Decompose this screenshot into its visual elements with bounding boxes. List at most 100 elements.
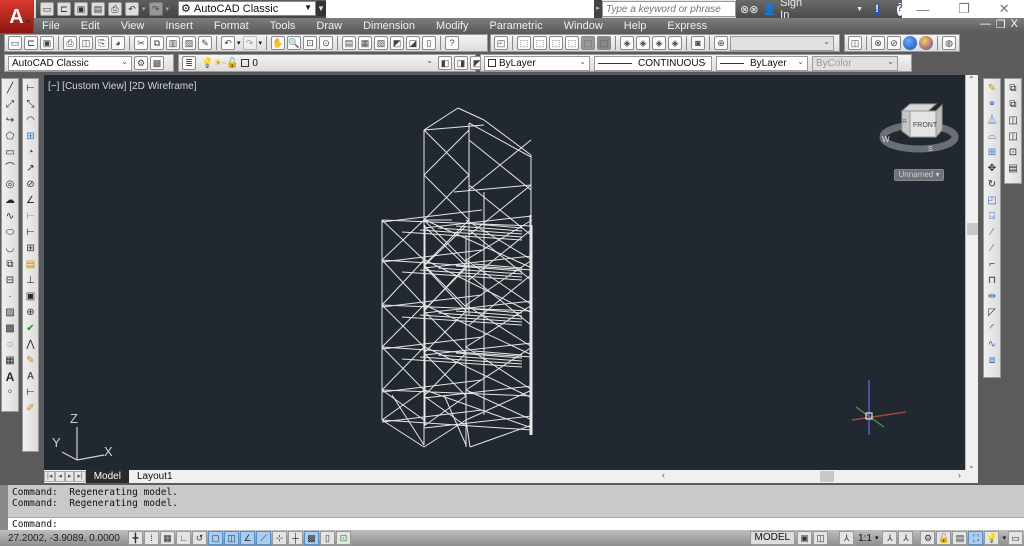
save-icon[interactable]: ▣ bbox=[74, 2, 88, 16]
dynamic-input-icon[interactable]: ⊹ bbox=[272, 531, 287, 545]
tab-layout1[interactable]: Layout1 bbox=[129, 470, 181, 483]
realistic-icon[interactable]: ⊘ bbox=[887, 36, 901, 50]
infer-constraints-icon[interactable]: ╋ bbox=[128, 531, 143, 545]
arc-icon[interactable]: ⌒ bbox=[3, 162, 17, 176]
fillet-icon[interactable]: ◜ bbox=[985, 322, 999, 336]
last-tab-icon[interactable]: ▸| bbox=[74, 471, 86, 482]
horizontal-scroll-thumb[interactable] bbox=[820, 471, 834, 482]
workspace-settings-icon[interactable]: ⚙ bbox=[134, 56, 148, 70]
doc-minimize-button[interactable]: — bbox=[980, 18, 991, 33]
break-at-point-icon[interactable]: ⌐ bbox=[985, 258, 999, 272]
angular-icon[interactable]: ∠ bbox=[24, 194, 38, 208]
dynamic-ucs-icon[interactable]: ⟋ bbox=[256, 531, 271, 545]
first-tab-icon[interactable]: |◂ bbox=[44, 471, 56, 482]
undo-icon[interactable]: ↶ bbox=[221, 36, 235, 50]
dimension-style-icon[interactable]: ✐ bbox=[24, 402, 38, 416]
scroll-up-arrow-icon[interactable]: ⌃ bbox=[968, 75, 975, 84]
visual-styles-manager-icon[interactable]: ◍ bbox=[942, 36, 956, 50]
open-icon[interactable]: ⊏ bbox=[24, 36, 38, 50]
bottom-view-icon[interactable]: ⬚ bbox=[533, 36, 547, 50]
shaded-sphere-icon[interactable] bbox=[903, 36, 917, 50]
sheet-set-icon[interactable]: ◩ bbox=[390, 36, 405, 50]
menu-format[interactable]: Format bbox=[206, 20, 262, 32]
send-under-icon[interactable]: ◫ bbox=[1006, 130, 1020, 144]
2d-wireframe-icon[interactable]: ◫ bbox=[848, 36, 862, 50]
add-selected-icon[interactable]: ⚬ bbox=[3, 386, 17, 400]
rectangle-icon[interactable]: ▭ bbox=[3, 146, 17, 160]
blend-curves-icon[interactable]: ∿ bbox=[985, 338, 999, 352]
tab-model[interactable]: Model bbox=[85, 470, 129, 483]
markup-icon[interactable]: ◪ bbox=[406, 36, 421, 50]
paste-icon[interactable]: ▥ bbox=[166, 36, 180, 50]
application-menu-button[interactable]: A ▼ bbox=[0, 0, 34, 34]
viewcube-front-label[interactable]: FRONT bbox=[913, 122, 938, 129]
continue-icon[interactable]: ⊞ bbox=[24, 242, 38, 256]
linear-dimension-icon[interactable]: ⊢ bbox=[24, 82, 38, 96]
array-icon[interactable]: ⊞ bbox=[985, 146, 999, 160]
bring-to-front-icon[interactable]: ⧉ bbox=[1006, 82, 1020, 96]
lightbulb-icon[interactable]: 💡 bbox=[984, 531, 1000, 545]
plot-preview-icon[interactable]: ◫ bbox=[79, 36, 93, 50]
transparency-icon[interactable]: ▩ bbox=[304, 531, 319, 545]
next-tab-icon[interactable]: ▸ bbox=[64, 471, 75, 482]
nw-iso-icon[interactable]: ◈ bbox=[668, 36, 682, 50]
doc-close-button[interactable]: X bbox=[1011, 18, 1018, 33]
trim-icon[interactable]: ⁄ bbox=[985, 226, 999, 240]
ortho-mode-icon[interactable]: ∟ bbox=[176, 531, 191, 545]
quickcalc-icon[interactable]: ▯ bbox=[422, 36, 437, 50]
snap-mode-icon[interactable]: ⁞ bbox=[144, 531, 159, 545]
wireframe-tower-model[interactable] bbox=[381, 107, 533, 448]
expand-search-arrow-icon[interactable]: ▸ bbox=[594, 0, 602, 18]
user-icon[interactable]: 👤 bbox=[762, 3, 776, 16]
restore-button[interactable]: ❐ bbox=[958, 1, 970, 17]
scroll-down-arrow-icon[interactable]: ⌄ bbox=[968, 461, 975, 470]
viewcube[interactable]: FRONT R W S bbox=[879, 103, 959, 153]
ellipse-icon[interactable]: ⬭ bbox=[3, 226, 17, 240]
ucs-combo[interactable]: ⌄ bbox=[730, 35, 834, 51]
annotation-visibility-icon[interactable]: ⅄ bbox=[882, 531, 898, 545]
viewcube-right-face[interactable] bbox=[935, 103, 943, 139]
compass-south-label[interactable]: S bbox=[928, 146, 933, 153]
extend-icon[interactable]: ⁄ bbox=[985, 242, 999, 256]
command-line-input[interactable]: Command: bbox=[8, 517, 1024, 530]
vertical-scroll-thumb[interactable] bbox=[967, 223, 978, 235]
object-snap-tracking-icon[interactable]: ∠ bbox=[240, 531, 255, 545]
chevron-down-icon[interactable]: ▼ bbox=[856, 6, 863, 13]
table-icon[interactable]: ▦ bbox=[3, 354, 17, 368]
dimension-text-edit-icon[interactable]: A bbox=[24, 370, 38, 384]
object-snap-icon[interactable]: ▢ bbox=[208, 531, 223, 545]
point-icon[interactable]: · bbox=[3, 290, 17, 304]
explode-icon[interactable]: ⧈ bbox=[985, 354, 999, 368]
match-properties-icon[interactable]: ▨ bbox=[182, 36, 196, 50]
make-block-icon[interactable]: ⊟ bbox=[3, 274, 17, 288]
jogged-linear-icon[interactable]: ⋀ bbox=[24, 338, 38, 352]
drawing-viewport[interactable]: [−] [Custom View] [2D Wireframe] Z Y X F… bbox=[44, 75, 965, 470]
chevron-down-icon[interactable]: ▾ bbox=[259, 39, 263, 47]
polyline-icon[interactable]: ↪ bbox=[3, 114, 17, 128]
arc-length-icon[interactable]: ◠ bbox=[24, 114, 38, 128]
erase-icon[interactable]: ✎ bbox=[985, 82, 999, 96]
insert-block-icon[interactable]: ⧉ bbox=[3, 258, 17, 272]
3d-object-snap-icon[interactable]: ◫ bbox=[224, 531, 239, 545]
front-view-icon[interactable]: ⬚ bbox=[581, 36, 595, 50]
inspection-icon[interactable]: ✔ bbox=[24, 322, 38, 336]
make-current-layer-icon[interactable]: ◧ bbox=[438, 56, 452, 70]
multiline-text-icon[interactable]: A bbox=[3, 370, 17, 384]
search-input[interactable] bbox=[602, 1, 736, 17]
aligned-dimension-icon[interactable]: ⤡ bbox=[24, 98, 38, 112]
workspace-switching-icon[interactable]: ⚙ bbox=[920, 531, 936, 545]
tool-palettes-icon[interactable]: ▧ bbox=[374, 36, 389, 50]
quick-properties-icon[interactable]: ▯ bbox=[320, 531, 335, 545]
move-icon[interactable]: ✥ bbox=[985, 162, 999, 176]
properties-icon[interactable]: ▤ bbox=[342, 36, 357, 50]
lock-icon[interactable]: 🔓 bbox=[226, 58, 238, 69]
pan-icon[interactable]: ✋ bbox=[271, 36, 286, 50]
viewcube-side-label[interactable]: R bbox=[903, 119, 907, 125]
hardware-acceleration-icon[interactable]: ▤ bbox=[952, 531, 968, 545]
isolate-objects-icon[interactable]: ⛶ bbox=[968, 531, 984, 545]
back-view-icon[interactable]: ⬚ bbox=[597, 36, 611, 50]
camera-icon[interactable]: ◙ bbox=[691, 36, 705, 50]
menu-view[interactable]: View bbox=[113, 20, 158, 32]
3d-print-icon[interactable]: ◕ bbox=[111, 36, 125, 50]
sun-icon[interactable]: ☀ bbox=[213, 58, 222, 69]
